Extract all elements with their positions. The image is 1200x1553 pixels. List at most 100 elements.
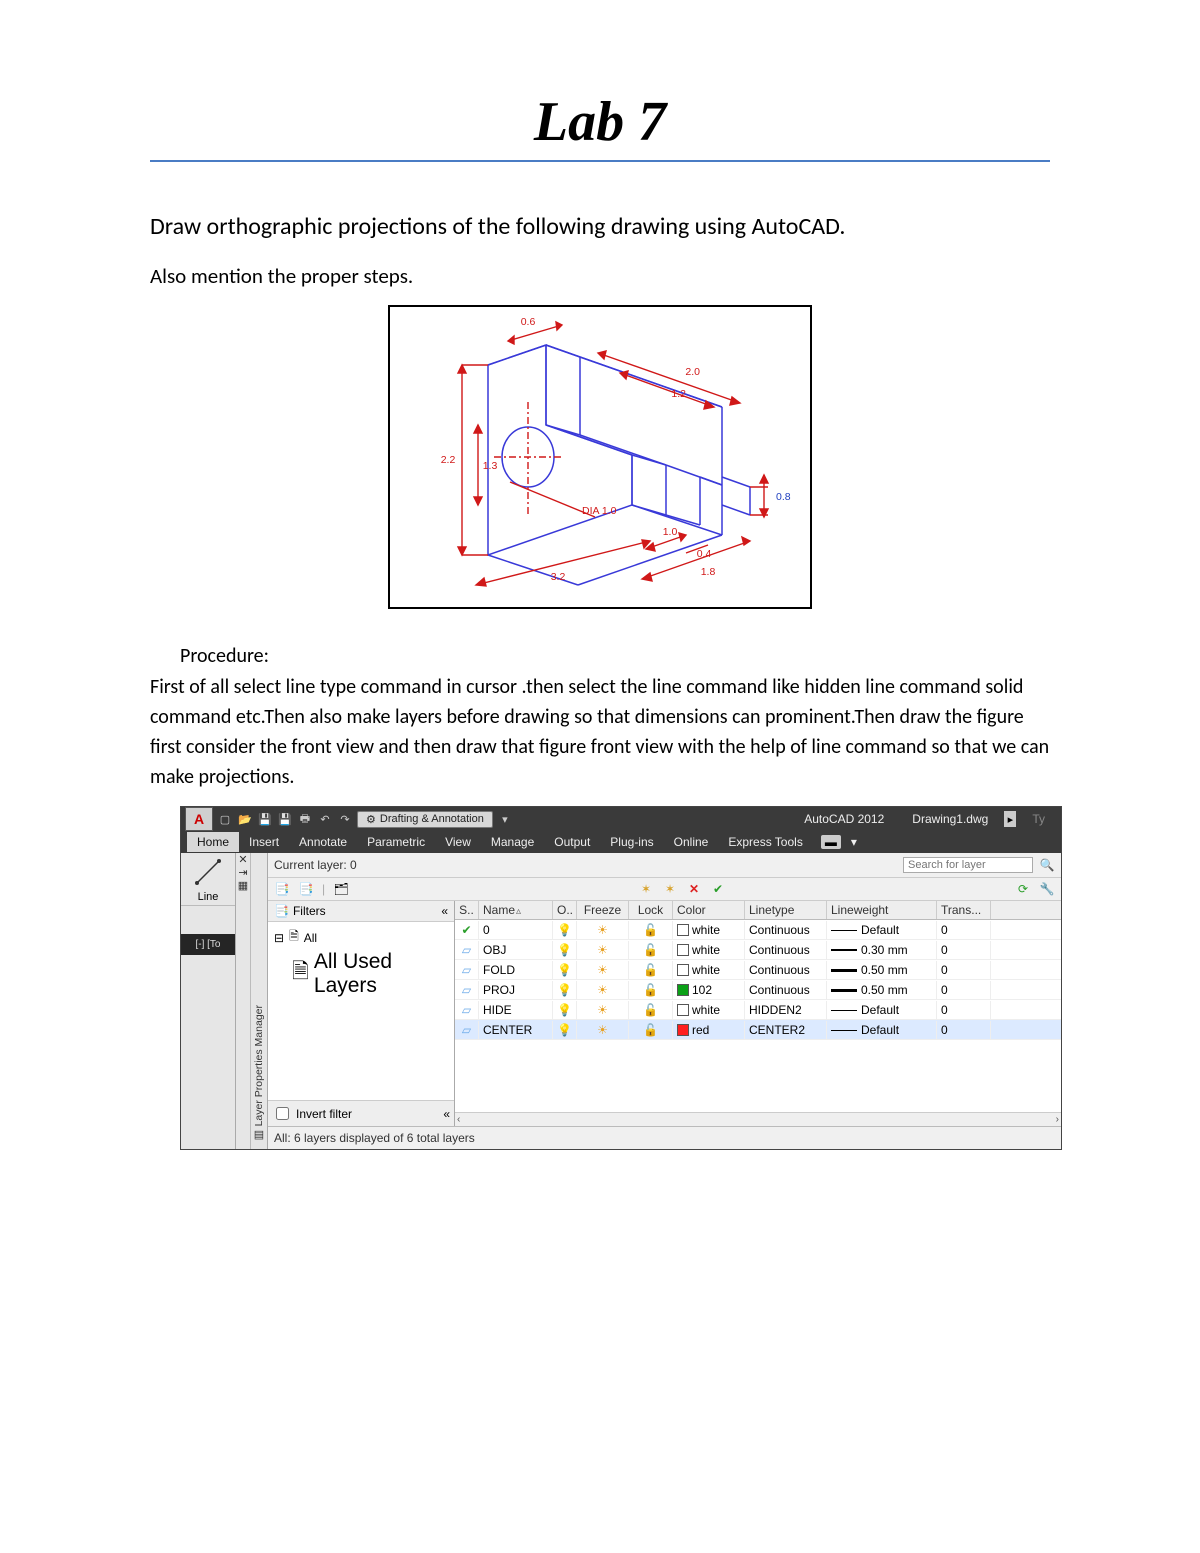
cell-linetype[interactable]: CENTER2	[745, 1021, 827, 1039]
redo-icon[interactable]: ↷	[337, 811, 353, 827]
cell-color[interactable]: white	[673, 1001, 745, 1019]
tab-insert[interactable]: Insert	[239, 832, 289, 852]
cell-lineweight[interactable]: 0.50 mm	[827, 981, 937, 999]
line-tool-button[interactable]: Line	[181, 853, 235, 906]
cell-lineweight[interactable]: Default	[827, 1001, 937, 1019]
invert-filter-checkbox[interactable]	[276, 1107, 289, 1120]
bulb-icon[interactable]: 💡	[557, 923, 572, 937]
tab-home[interactable]: Home	[187, 832, 239, 852]
cell-name[interactable]: CENTER	[479, 1021, 553, 1039]
palette-menu-icon[interactable]: ▤	[254, 1130, 264, 1141]
tree-node-used[interactable]: 🗎 All Used Layers	[274, 949, 448, 999]
tab-manage[interactable]: Manage	[481, 832, 544, 852]
cell-lineweight[interactable]: Default	[827, 921, 937, 939]
sun-icon[interactable]: ☀	[597, 983, 608, 997]
bulb-icon[interactable]: 💡	[557, 943, 572, 957]
tab-annotate[interactable]: Annotate	[289, 832, 357, 852]
pin-icon[interactable]: ⇥	[238, 868, 247, 879]
layer-row[interactable]: ▱OBJ💡☀🔓whiteContinuous0.30 mm0	[455, 940, 1061, 960]
cell-linetype[interactable]: Continuous	[745, 961, 827, 979]
set-current-icon[interactable]: ✔	[710, 881, 726, 897]
search-icon[interactable]: 🔍	[1039, 857, 1055, 873]
hdr-lineweight[interactable]: Lineweight	[827, 901, 937, 919]
hdr-linetype[interactable]: Linetype	[745, 901, 827, 919]
hdr-freeze[interactable]: Freeze	[577, 901, 629, 919]
cell-trans[interactable]: 0	[937, 961, 991, 979]
tree-node-all[interactable]: ⊟ 🗎 All	[274, 926, 448, 949]
tab-plugins[interactable]: Plug-ins	[600, 832, 663, 852]
cell-color[interactable]: 102	[673, 981, 745, 999]
collapse-footer-icon[interactable]: «	[443, 1107, 450, 1121]
new-icon[interactable]: ▢	[217, 811, 233, 827]
tab-output[interactable]: Output	[544, 832, 600, 852]
tab-online[interactable]: Online	[664, 832, 719, 852]
lock-icon[interactable]: 🔓	[643, 963, 658, 977]
cell-color[interactable]: white	[673, 941, 745, 959]
grid-scrollbar[interactable]: ‹ ›	[455, 1112, 1061, 1126]
tab-view[interactable]: View	[435, 832, 481, 852]
lock-icon[interactable]: 🔓	[643, 983, 658, 997]
hdr-status[interactable]: S..	[455, 901, 479, 919]
hdr-name[interactable]: Name▵	[479, 901, 553, 919]
dropdown-icon[interactable]: ▾	[497, 811, 513, 827]
cell-lineweight[interactable]: 0.50 mm	[827, 961, 937, 979]
cell-lineweight[interactable]: Default	[827, 1021, 937, 1039]
layer-row[interactable]: ✔0💡☀🔓whiteContinuousDefault0	[455, 920, 1061, 940]
settings-icon[interactable]: 🔧	[1039, 881, 1055, 897]
cell-color[interactable]: white	[673, 961, 745, 979]
tab-parametric[interactable]: Parametric	[357, 832, 435, 852]
lock-icon[interactable]: 🔓	[643, 923, 658, 937]
collapse-tree-icon[interactable]: «	[441, 904, 448, 918]
tab-express[interactable]: Express Tools	[718, 832, 812, 852]
cell-linetype[interactable]: Continuous	[745, 981, 827, 999]
app-logo[interactable]: A	[185, 807, 213, 831]
search-layer-input[interactable]	[903, 857, 1033, 873]
cell-name[interactable]: PROJ	[479, 981, 553, 999]
cell-linetype[interactable]: Continuous	[745, 941, 827, 959]
bulb-icon[interactable]: 💡	[557, 963, 572, 977]
sun-icon[interactable]: ☀	[597, 1003, 608, 1017]
print-icon[interactable]: 🖶	[297, 811, 313, 827]
layer-row[interactable]: ▱PROJ💡☀🔓102Continuous0.50 mm0	[455, 980, 1061, 1000]
hdr-lock[interactable]: Lock	[629, 901, 673, 919]
bulb-icon[interactable]: 💡	[557, 1003, 572, 1017]
hdr-on[interactable]: O..	[553, 901, 577, 919]
freeze-layer-icon[interactable]: ✶	[662, 881, 678, 897]
lock-icon[interactable]: 🔓	[643, 943, 658, 957]
scroll-left-icon[interactable]: ‹	[457, 1114, 460, 1125]
cell-name[interactable]: FOLD	[479, 961, 553, 979]
tab-dropdown-icon[interactable]: ▾	[841, 832, 867, 852]
layer-row[interactable]: ▱CENTER💡☀🔓redCENTER2Default0	[455, 1020, 1061, 1040]
cell-trans[interactable]: 0	[937, 921, 991, 939]
refresh-icon[interactable]: ⟳	[1015, 881, 1031, 897]
properties-icon[interactable]: ▦	[238, 881, 248, 892]
close-icon[interactable]: ✕	[238, 855, 247, 866]
bulb-icon[interactable]: 💡	[557, 983, 572, 997]
bulb-icon[interactable]: 💡	[557, 1023, 572, 1037]
undo-icon[interactable]: ↶	[317, 811, 333, 827]
lock-icon[interactable]: 🔓	[643, 1023, 658, 1037]
lock-icon[interactable]: 🔓	[643, 1003, 658, 1017]
new-group-filter-icon[interactable]: 📑	[298, 881, 314, 897]
hdr-trans[interactable]: Trans...	[937, 901, 991, 919]
hdr-color[interactable]: Color	[673, 901, 745, 919]
layer-states-icon[interactable]: 🗂	[333, 881, 349, 897]
search-arrow-icon[interactable]: ▸	[1004, 811, 1016, 827]
cell-trans[interactable]: 0	[937, 941, 991, 959]
cell-name[interactable]: OBJ	[479, 941, 553, 959]
layer-row[interactable]: ▱FOLD💡☀🔓whiteContinuous0.50 mm0	[455, 960, 1061, 980]
sun-icon[interactable]: ☀	[597, 963, 608, 977]
cell-color[interactable]: red	[673, 1021, 745, 1039]
layer-row[interactable]: ▱HIDE💡☀🔓whiteHIDDEN2Default0	[455, 1000, 1061, 1020]
sun-icon[interactable]: ☀	[597, 923, 608, 937]
cell-linetype[interactable]: HIDDEN2	[745, 1001, 827, 1019]
sun-icon[interactable]: ☀	[597, 1023, 608, 1037]
panel-icon[interactable]: ▬	[821, 835, 841, 849]
cell-lineweight[interactable]: 0.30 mm	[827, 941, 937, 959]
cell-trans[interactable]: 0	[937, 1021, 991, 1039]
workspace-selector[interactable]: ⚙ Drafting & Annotation	[357, 811, 493, 828]
new-layer-icon[interactable]: ✶	[638, 881, 654, 897]
search-hint[interactable]: Ty	[1020, 812, 1057, 826]
sun-icon[interactable]: ☀	[597, 943, 608, 957]
cell-name[interactable]: 0	[479, 921, 553, 939]
